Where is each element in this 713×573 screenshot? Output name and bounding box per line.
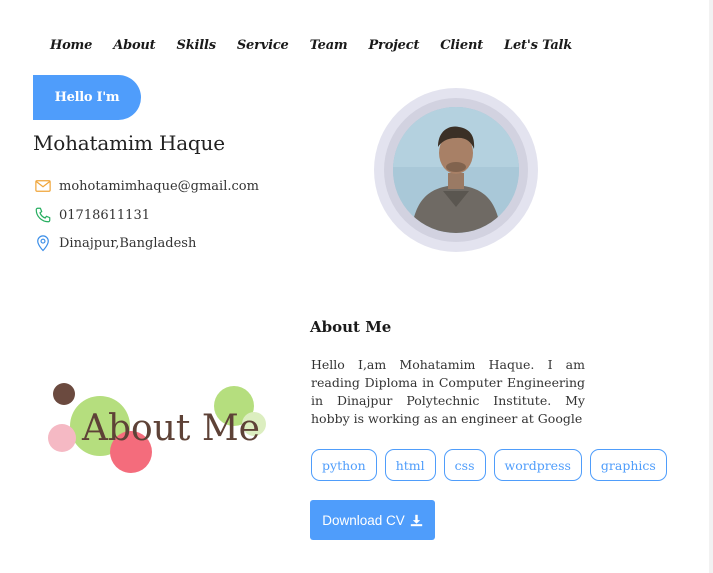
nav-home[interactable]: Home (50, 38, 92, 53)
nav-project[interactable]: Project (368, 38, 419, 53)
page-scrollbar-edge (709, 0, 713, 573)
download-cv-button[interactable]: Download CV (310, 500, 435, 540)
skill-tag-css[interactable]: css (443, 449, 486, 481)
envelope-icon (35, 180, 51, 192)
nav-skills[interactable]: Skills (177, 38, 217, 53)
profile-photo (393, 107, 519, 233)
nav-lets-talk[interactable]: Let's Talk (504, 38, 572, 53)
skill-tags: python html css wordpress graphics (311, 449, 667, 481)
map-pin-icon (37, 235, 49, 252)
hello-badge: Hello I'm (33, 75, 141, 120)
phone-text: 01718611131 (59, 207, 150, 223)
profile-photo-frame (374, 88, 538, 252)
location-text: Dinajpur,Bangladesh (59, 235, 197, 251)
skill-tag-html[interactable]: html (384, 449, 436, 481)
nav-client[interactable]: Client (440, 38, 483, 53)
nav-service[interactable]: Service (237, 38, 289, 53)
download-icon (410, 514, 422, 526)
profile-photo-ring (384, 98, 528, 242)
nav-team[interactable]: Team (310, 38, 348, 53)
skill-tag-graphics[interactable]: graphics (589, 449, 667, 481)
contact-location: Dinajpur,Bangladesh (34, 234, 196, 252)
about-me-illustration: About Me (42, 382, 272, 476)
email-text: mohotamimhaque@gmail.com (59, 178, 259, 194)
main-nav: Home About Skills Service Team Project C… (50, 38, 572, 53)
phone-icon (35, 207, 51, 223)
contact-email: mohotamimhaque@gmail.com (34, 177, 259, 195)
skill-tag-wordpress[interactable]: wordpress (493, 449, 582, 481)
about-me-art-text: About Me (81, 408, 260, 449)
contact-phone: 01718611131 (34, 206, 150, 224)
person-photo-illustration (393, 107, 519, 233)
hero-name: Mohatamim Haque (33, 131, 225, 155)
download-cv-label: Download CV (322, 512, 405, 528)
about-heading: About Me (310, 318, 392, 336)
nav-about[interactable]: About (113, 38, 156, 53)
skill-tag-python[interactable]: python (311, 449, 377, 481)
about-description: Hello I,am Mohatamim Haque. I am reading… (311, 357, 585, 426)
